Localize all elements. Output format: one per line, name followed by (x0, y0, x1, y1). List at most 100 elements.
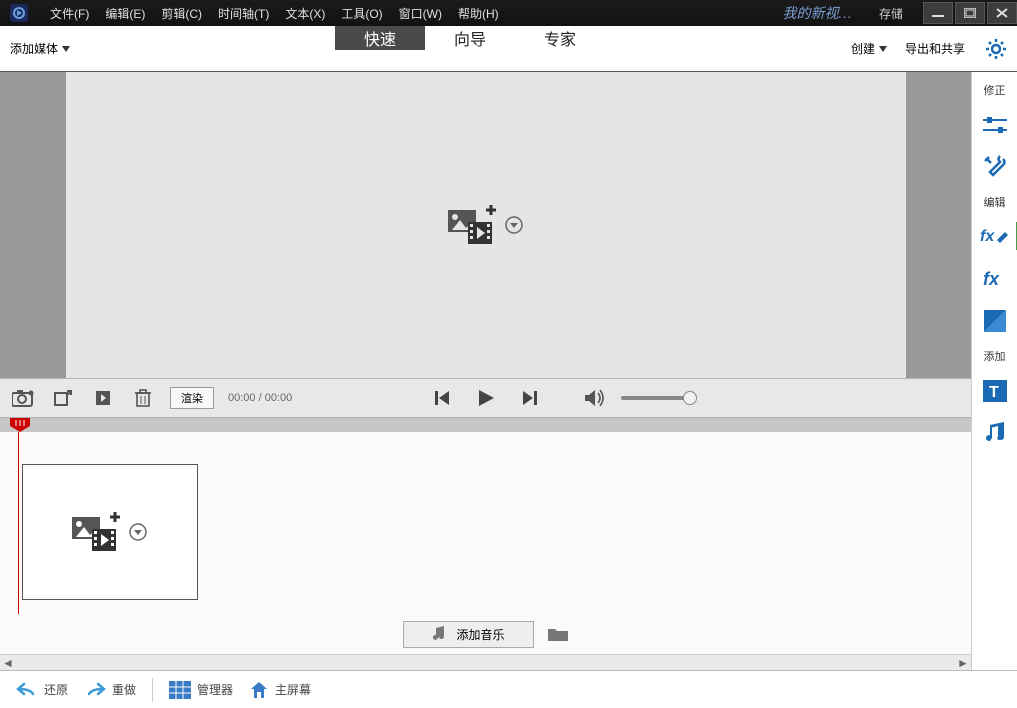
main-toolbar: 添加媒体 快速 向导 专家 创建 导出和共享 (0, 26, 1017, 72)
add-media-button[interactable]: 添加媒体 (8, 36, 72, 61)
speaker-icon (585, 389, 607, 407)
image-video-placeholder-icon (448, 202, 498, 248)
chevron-down-icon (62, 46, 70, 52)
sliders-icon (983, 115, 1007, 135)
timeline: 添加音乐 ◄ ► (0, 418, 971, 670)
text-icon: T (983, 380, 1007, 402)
add-music-label: 添加音乐 (456, 626, 504, 643)
window-controls (921, 2, 1017, 24)
export-share-button[interactable]: 导出和共享 (905, 40, 965, 57)
save-button[interactable]: 存储 (879, 5, 903, 22)
playhead[interactable] (10, 418, 30, 432)
prev-frame-button[interactable] (429, 385, 455, 411)
trash-icon (135, 389, 151, 407)
gear-icon (985, 38, 1007, 60)
panel-fix-label: 修正 (984, 82, 1006, 98)
step-forward-icon (521, 389, 539, 407)
svg-text:fx: fx (983, 269, 1000, 289)
create-button[interactable]: 创建 (851, 40, 887, 57)
chevron-down-icon (879, 46, 887, 52)
clip-slot[interactable] (22, 464, 198, 600)
create-label: 创建 (851, 40, 875, 57)
export-label: 导出和共享 (905, 40, 965, 57)
audio-button[interactable] (980, 418, 1010, 448)
timecode: 00:00 / 00:00 (228, 392, 292, 404)
timeline-ruler[interactable] (0, 418, 971, 432)
preview-canvas[interactable] (66, 72, 906, 378)
dropdown-circle-icon[interactable] (504, 215, 524, 235)
organizer-button[interactable]: 管理器 (163, 677, 239, 703)
track-area[interactable] (0, 432, 971, 614)
menu-help[interactable]: 帮助(H) (450, 1, 507, 26)
horizontal-scrollbar[interactable]: ◄ ► (0, 654, 971, 670)
redo-label: 重做 (112, 681, 136, 698)
render-button[interactable]: 渲染 (170, 387, 214, 409)
menu-tools[interactable]: 工具(O) (333, 1, 390, 26)
add-media-label: 添加媒体 (10, 40, 58, 57)
volume-button[interactable] (583, 385, 609, 411)
fx-marker-button[interactable]: fx (980, 222, 1010, 252)
home-button[interactable]: 主屏幕 (243, 676, 317, 704)
delete-button[interactable] (130, 385, 156, 411)
menu-window[interactable]: 窗口(W) (391, 1, 450, 26)
add-music-button[interactable]: 添加音乐 (403, 621, 533, 648)
tab-quick[interactable]: 快速 (335, 26, 425, 50)
color-split-icon (984, 310, 1006, 332)
workspace: 渲染 00:00 / 00:00 (0, 72, 1017, 670)
music-row: 添加音乐 (0, 614, 971, 654)
scroll-left-icon[interactable]: ◄ (0, 655, 16, 670)
dropdown-circle-icon[interactable] (128, 522, 148, 542)
preview-placeholder (448, 202, 524, 248)
menu-timeline[interactable]: 时间轴(T) (210, 1, 277, 26)
right-panel: 修正 编辑 fx fx 添加 T (971, 72, 1017, 670)
marker-icon (94, 389, 112, 407)
fx-icon: fx (983, 269, 1007, 289)
separator (152, 678, 153, 702)
redo-icon (84, 681, 106, 699)
color-button[interactable] (980, 306, 1010, 336)
maximize-icon[interactable] (955, 2, 985, 24)
scroll-right-icon[interactable]: ► (955, 655, 971, 670)
redo-button[interactable]: 重做 (78, 677, 142, 703)
next-frame-button[interactable] (517, 385, 543, 411)
settings-button[interactable] (983, 36, 1009, 62)
volume-slider[interactable] (621, 396, 691, 400)
adjust-button[interactable] (980, 110, 1010, 140)
svg-text:fx: fx (980, 228, 995, 245)
panel-edit-label: 编辑 (984, 194, 1006, 210)
home-icon (249, 680, 269, 700)
rotate-button[interactable] (50, 385, 76, 411)
play-icon (476, 388, 496, 408)
titles-button[interactable]: T (980, 376, 1010, 406)
menu-edit[interactable]: 编辑(E) (97, 1, 153, 26)
svg-text:T: T (989, 384, 999, 401)
undo-icon (16, 681, 38, 699)
document-title: 我的新视… (783, 3, 851, 23)
menu-file[interactable]: 文件(F) (42, 1, 97, 26)
tab-expert[interactable]: 专家 (515, 26, 605, 50)
transport-bar: 渲染 00:00 / 00:00 (0, 378, 971, 418)
image-video-placeholder-icon (72, 509, 122, 555)
marker-button[interactable] (90, 385, 116, 411)
wrench-screwdriver-icon (983, 155, 1007, 179)
tab-guided[interactable]: 向导 (425, 26, 515, 50)
undo-button[interactable]: 还原 (10, 677, 74, 703)
minimize-icon[interactable] (923, 2, 953, 24)
snapshot-button[interactable] (10, 385, 36, 411)
menu-clip[interactable]: 剪辑(C) (153, 1, 210, 26)
titlebar: 文件(F) 编辑(E) 剪辑(C) 时间轴(T) 文本(X) 工具(O) 窗口(… (0, 0, 1017, 26)
menu-text[interactable]: 文本(X) (277, 1, 333, 26)
folder-icon[interactable] (548, 627, 568, 641)
close-icon[interactable] (987, 2, 1017, 24)
music-note-icon (432, 626, 446, 642)
tools-button[interactable] (980, 152, 1010, 182)
app-logo-icon (6, 0, 32, 26)
fx-button[interactable]: fx (980, 264, 1010, 294)
rotate-icon (53, 389, 73, 407)
organizer-label: 管理器 (197, 681, 233, 698)
fx-pencil-icon: fx (980, 225, 1010, 249)
preview-area (0, 72, 971, 378)
play-button[interactable] (473, 385, 499, 411)
volume-knob[interactable] (683, 391, 697, 405)
bottom-bar: 还原 重做 管理器 主屏幕 (0, 670, 1017, 708)
